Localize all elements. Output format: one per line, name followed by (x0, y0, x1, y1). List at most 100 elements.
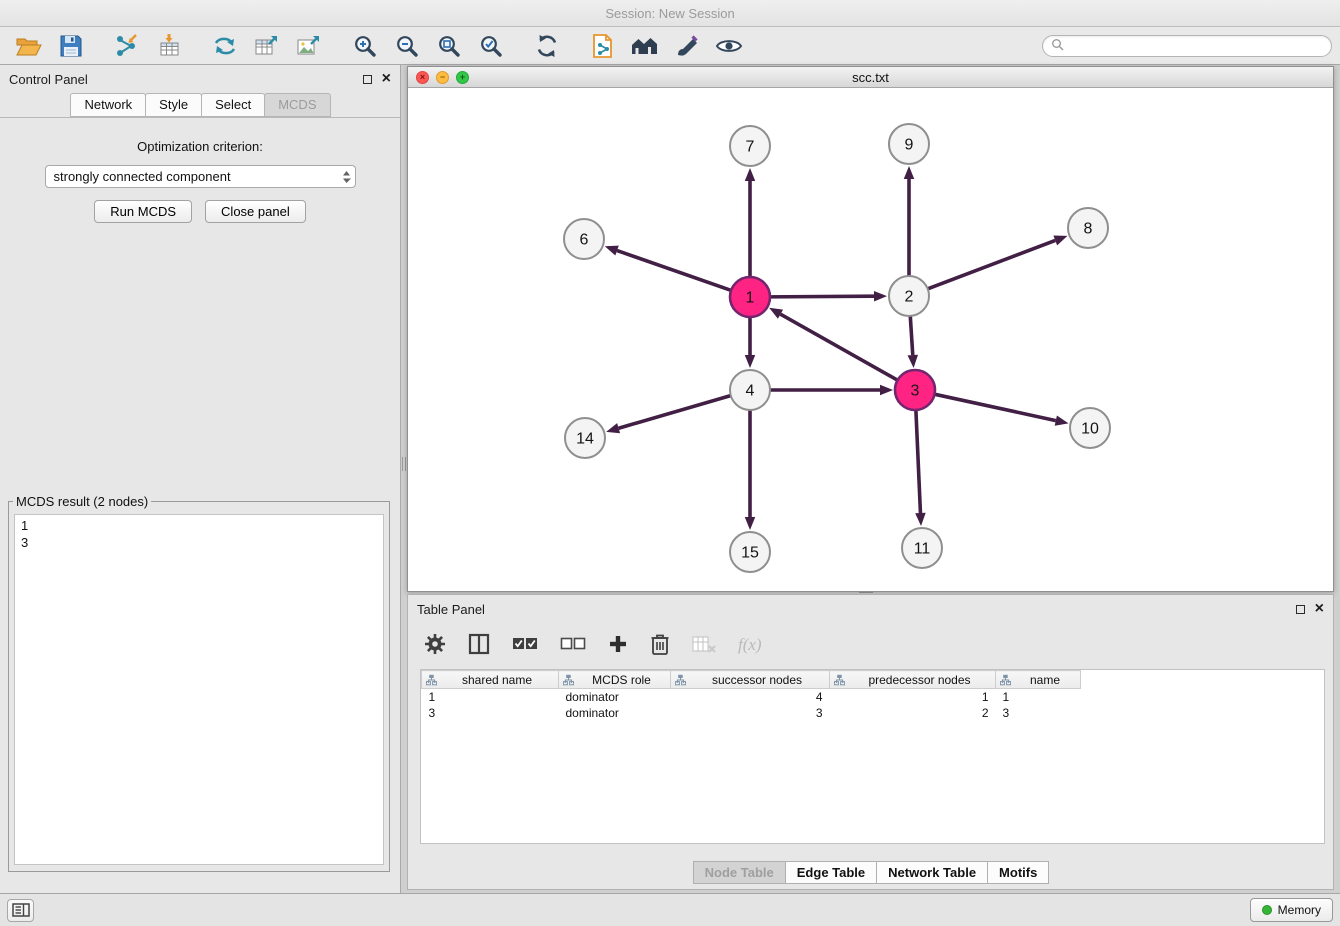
mcds-result-groupbox: MCDS result (2 nodes) 1 3 (8, 494, 390, 872)
add-column-icon[interactable] (608, 634, 628, 657)
tab-mcds[interactable]: MCDS (264, 93, 330, 117)
control-panel-title: Control Panel (9, 72, 88, 87)
tab-network[interactable]: Network (70, 93, 146, 117)
zoom-selected-icon[interactable] (470, 30, 512, 62)
float-panel-icon[interactable] (363, 75, 372, 84)
tab-edge-table[interactable]: Edge Table (785, 861, 877, 884)
apply-layout-icon[interactable] (526, 30, 568, 62)
table-cell[interactable]: 4 (671, 689, 830, 706)
tab-style[interactable]: Style (145, 93, 202, 117)
mcds-result-list[interactable]: 1 3 (14, 514, 384, 865)
control-panel-tabs: Network Style Select MCDS (0, 93, 400, 118)
tab-network-table[interactable]: Network Table (876, 861, 988, 884)
import-table-icon[interactable] (148, 30, 190, 62)
graph-edge-1-6[interactable] (617, 251, 733, 292)
tab-node-table[interactable]: Node Table (693, 861, 786, 884)
table-cell[interactable]: dominator (559, 705, 671, 721)
columns-icon[interactable] (468, 633, 490, 658)
table-cell[interactable]: 2 (830, 705, 996, 721)
memory-button[interactable]: Memory (1250, 898, 1333, 922)
window-minimize-icon[interactable]: − (436, 71, 449, 84)
function-builder-icon: f(x) (738, 635, 762, 655)
graph-node-label: 11 (914, 541, 931, 558)
column-header-predecessor-nodes[interactable]: predecessor nodes (830, 671, 996, 689)
graph-edge-3-11[interactable] (916, 408, 921, 513)
graph-edge-3-1[interactable] (780, 314, 899, 381)
window-close-icon[interactable]: × (416, 71, 429, 84)
column-header-shared-name[interactable]: shared name (422, 671, 559, 689)
toolbar-separator (568, 45, 582, 46)
import-network-icon[interactable] (106, 30, 148, 62)
graph-edge-arrowhead-icon (908, 355, 918, 368)
mcds-result-value: 3 (21, 534, 377, 551)
table-panel-header: Table Panel × (408, 595, 1333, 623)
close-panel-button[interactable]: Close panel (205, 200, 306, 223)
node-table-body: 1dominator4113dominator323 (422, 689, 1081, 722)
open-session-icon[interactable] (8, 30, 50, 62)
optimization-criterion-dropdown[interactable]: strongly connected component (45, 165, 356, 188)
window-title: Session: New Session (605, 6, 734, 21)
window-maximize-icon[interactable]: + (456, 71, 469, 84)
table-cell[interactable]: 1 (830, 689, 996, 706)
float-panel-icon[interactable] (1296, 605, 1305, 614)
gear-icon[interactable] (424, 633, 446, 658)
graph-edge-2-3[interactable] (910, 314, 913, 355)
graph-edge-4-14[interactable] (619, 395, 733, 428)
table-header-row: shared nameMCDS rolesuccessor nodesprede… (422, 671, 1081, 689)
save-session-icon[interactable] (50, 30, 92, 62)
table-panel-title: Table Panel (417, 602, 485, 617)
control-panel-header: Control Panel × (0, 65, 400, 93)
node-table: shared nameMCDS rolesuccessor nodesprede… (421, 670, 1081, 721)
delete-column-icon[interactable] (650, 633, 670, 658)
table-cell[interactable]: 1 (996, 689, 1081, 706)
graph-node-label: 10 (1081, 421, 1099, 438)
column-header-label: name (1030, 673, 1060, 687)
column-header-MCDS-role[interactable]: MCDS role (559, 671, 671, 689)
graph-edge-3-10[interactable] (933, 394, 1056, 421)
style-brush-icon[interactable] (666, 30, 708, 62)
close-panel-icon[interactable]: × (1315, 603, 1324, 615)
table-cell[interactable]: 3 (422, 705, 559, 721)
zoom-fit-icon[interactable] (428, 30, 470, 62)
graph-edge-1-2[interactable] (768, 296, 874, 297)
export-image-icon[interactable] (288, 30, 330, 62)
deselect-all-icon[interactable] (560, 637, 586, 654)
panel-toggle-button[interactable] (7, 899, 34, 922)
export-table-icon[interactable] (246, 30, 288, 62)
show-graphics-details-icon[interactable] (708, 30, 750, 62)
splitter-grip-icon (402, 457, 406, 471)
column-sort-icon (834, 674, 845, 689)
search-input[interactable] (1069, 39, 1323, 53)
table-cell[interactable]: dominator (559, 689, 671, 706)
memory-status-icon (1262, 905, 1272, 915)
home-icon[interactable] (624, 30, 666, 62)
graph-node-label: 9 (905, 137, 914, 154)
status-bar: Memory (0, 893, 1340, 926)
zoom-in-icon[interactable] (344, 30, 386, 62)
clone-network-icon[interactable] (582, 30, 624, 62)
network-window-titlebar[interactable]: scc.txt × − + (408, 67, 1333, 88)
network-window-title: scc.txt (408, 70, 1333, 85)
search-icon (1051, 38, 1064, 54)
table-cell[interactable]: 3 (996, 705, 1081, 721)
table-row[interactable]: 1dominator411 (422, 689, 1081, 706)
tab-select[interactable]: Select (201, 93, 265, 117)
graph-edge-arrowhead-icon (1055, 415, 1069, 425)
graph-edge-2-8[interactable] (926, 240, 1055, 289)
column-header-name[interactable]: name (996, 671, 1081, 689)
tab-motifs[interactable]: Motifs (987, 861, 1049, 884)
network-history-icon[interactable] (204, 30, 246, 62)
table-row[interactable]: 3dominator323 (422, 705, 1081, 721)
table-cell[interactable]: 1 (422, 689, 559, 706)
select-all-icon[interactable] (512, 637, 538, 654)
table-cell[interactable]: 3 (671, 705, 830, 721)
graph-node-label: 8 (1084, 221, 1093, 238)
close-panel-icon[interactable]: × (382, 73, 391, 85)
network-canvas[interactable]: 7968124314101511 (408, 88, 1333, 591)
mcds-buttons-row: Run MCDS Close panel (0, 200, 400, 223)
run-mcds-button[interactable]: Run MCDS (94, 200, 192, 223)
table-panel: Table Panel × f(x) shared nameM (407, 594, 1334, 890)
zoom-out-icon[interactable] (386, 30, 428, 62)
titlebar: Session: New Session (0, 0, 1340, 27)
column-header-successor-nodes[interactable]: successor nodes (671, 671, 830, 689)
